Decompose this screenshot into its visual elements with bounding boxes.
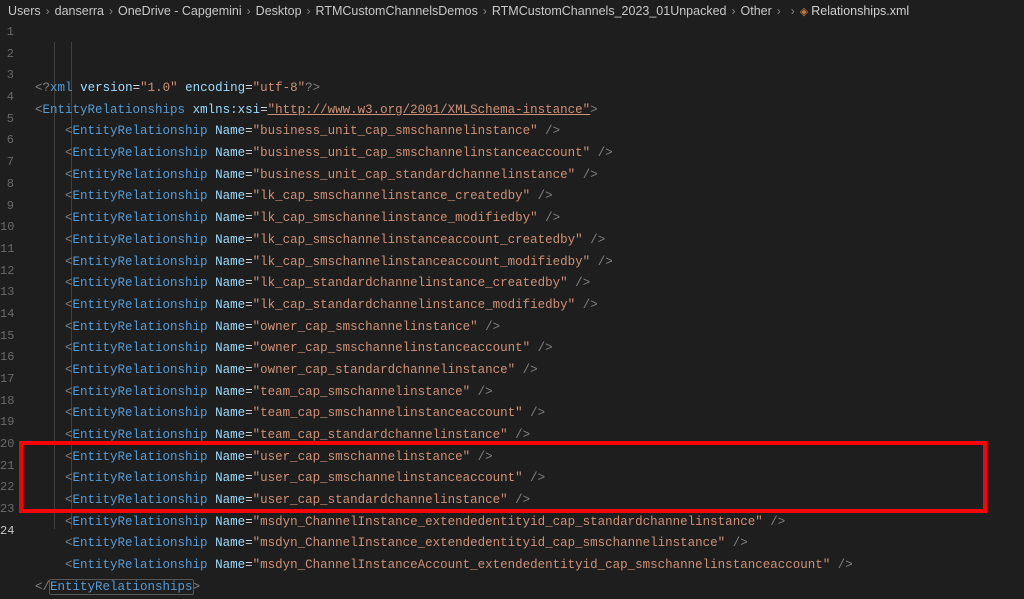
line-number: 20: [0, 434, 14, 456]
code-line[interactable]: <EntityRelationship Name="msdyn_ChannelI…: [20, 512, 1024, 534]
breadcrumb-item[interactable]: Users: [8, 4, 41, 18]
line-number: 24: [0, 521, 14, 543]
code-line[interactable]: <EntityRelationship Name="owner_cap_smsc…: [20, 317, 1024, 339]
chevron-right-icon: ›: [483, 4, 487, 18]
line-number: 10: [0, 217, 14, 239]
line-number: 6: [0, 130, 14, 152]
line-number: 4: [0, 87, 14, 109]
code-line[interactable]: <?xml version="1.0" encoding="utf-8"?>: [20, 78, 1024, 100]
breadcrumb-item[interactable]: RTMCustomChannelsDemos: [316, 4, 478, 18]
code-line[interactable]: <EntityRelationship Name="lk_cap_smschan…: [20, 252, 1024, 274]
chevron-right-icon: ›: [777, 4, 781, 18]
breadcrumb[interactable]: Users › danserra › OneDrive - Capgemini › Desk…: [0, 0, 1024, 22]
line-number: 14: [0, 304, 14, 326]
code-line[interactable]: <EntityRelationship Name="owner_cap_stan…: [20, 360, 1024, 382]
code-line[interactable]: <EntityRelationship Name="lk_cap_smschan…: [20, 208, 1024, 230]
code-line[interactable]: <EntityRelationship Name="lk_cap_standar…: [20, 295, 1024, 317]
code-line[interactable]: <EntityRelationship Name="business_unit_…: [20, 121, 1024, 143]
line-number: 16: [0, 347, 14, 369]
code-line[interactable]: </EntityRelationships>: [20, 577, 1024, 599]
line-number: 22: [0, 477, 14, 499]
code-line[interactable]: <EntityRelationship Name="msdyn_ChannelI…: [20, 533, 1024, 555]
code-area[interactable]: <?xml version="1.0" encoding="utf-8"?> <…: [20, 22, 1024, 545]
code-line[interactable]: <EntityRelationship Name="business_unit_…: [20, 165, 1024, 187]
breadcrumb-item[interactable]: Other: [741, 4, 772, 18]
code-line[interactable]: <EntityRelationship Name="team_cap_smsch…: [20, 403, 1024, 425]
line-number: 13: [0, 282, 14, 304]
code-line[interactable]: <EntityRelationship Name="lk_cap_smschan…: [20, 186, 1024, 208]
chevron-right-icon: ›: [307, 4, 311, 18]
code-line[interactable]: <EntityRelationship Name="team_cap_stand…: [20, 425, 1024, 447]
code-line[interactable]: <EntityRelationship Name="user_cap_smsch…: [20, 447, 1024, 469]
line-number: 17: [0, 369, 14, 391]
line-number: 9: [0, 196, 14, 218]
xml-file-icon: ◈: [800, 5, 808, 18]
line-number: 1: [0, 22, 14, 44]
line-number: 3: [0, 65, 14, 87]
breadcrumb-item[interactable]: danserra: [55, 4, 104, 18]
line-number: 23: [0, 499, 14, 521]
code-line[interactable]: <EntityRelationship Name="user_cap_smsch…: [20, 468, 1024, 490]
line-number: 8: [0, 174, 14, 196]
code-line[interactable]: <EntityRelationships xmlns:xsi="http://w…: [20, 100, 1024, 122]
code-line[interactable]: <EntityRelationship Name="team_cap_smsch…: [20, 382, 1024, 404]
code-line[interactable]: <EntityRelationship Name="owner_cap_smsc…: [20, 338, 1024, 360]
line-number: 18: [0, 391, 14, 413]
code-line[interactable]: <EntityRelationship Name="business_unit_…: [20, 143, 1024, 165]
breadcrumb-item[interactable]: RTMCustomChannels_2023_01Unpacked: [492, 4, 727, 18]
line-number: 19: [0, 412, 14, 434]
code-line[interactable]: <EntityRelationship Name="user_cap_stand…: [20, 490, 1024, 512]
line-number: 21: [0, 456, 14, 478]
line-number: 2: [0, 44, 14, 66]
breadcrumb-file[interactable]: Relationships.xml: [811, 4, 909, 18]
code-line[interactable]: <EntityRelationship Name="msdyn_ChannelI…: [20, 555, 1024, 577]
breadcrumb-item[interactable]: OneDrive - Capgemini: [118, 4, 242, 18]
code-editor[interactable]: 123456789101112131415161718192021222324 …: [0, 22, 1024, 545]
chevron-right-icon: ›: [46, 4, 50, 18]
chevron-right-icon: ›: [732, 4, 736, 18]
chevron-right-icon: ›: [791, 4, 795, 18]
breadcrumb-item[interactable]: Desktop: [256, 4, 302, 18]
line-number: 12: [0, 261, 14, 283]
line-number: 7: [0, 152, 14, 174]
line-number: 11: [0, 239, 14, 261]
line-number: 5: [0, 109, 14, 131]
line-number: 15: [0, 326, 14, 348]
line-gutter: 123456789101112131415161718192021222324: [0, 22, 20, 545]
chevron-right-icon: ›: [109, 4, 113, 18]
code-line[interactable]: <EntityRelationship Name="lk_cap_smschan…: [20, 230, 1024, 252]
chevron-right-icon: ›: [247, 4, 251, 18]
code-line[interactable]: <EntityRelationship Name="lk_cap_standar…: [20, 273, 1024, 295]
